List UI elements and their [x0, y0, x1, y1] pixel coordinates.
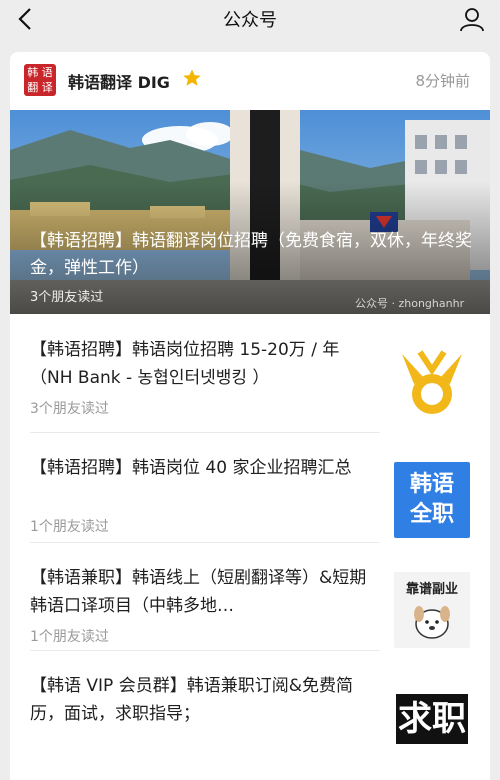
article-title[interactable]: 【韩语招聘】韩语岗位 40 家企业招聘汇总	[30, 454, 378, 482]
top-nav-bar: 公众号	[0, 0, 500, 40]
article-thumbnail	[394, 344, 470, 420]
post-time: 8分钟前	[415, 72, 470, 90]
dog-cartoon-icon	[414, 606, 450, 639]
read-count: 1个朋友读过	[30, 519, 109, 535]
nh-bank-logo-icon	[402, 350, 462, 414]
page-title: 公众号	[223, 10, 277, 31]
article-title[interactable]: 【韩语招聘】韩语岗位招聘 15-20万 / 年（NH Bank - 농협인터넷뱅…	[30, 336, 378, 392]
star-icon	[183, 69, 201, 86]
read-count: 1个朋友读过	[30, 629, 109, 645]
article-title[interactable]: 【韩语兼职】韩语线上（短剧翻译等）&短期韩语口译项目（中韩多地…	[30, 564, 378, 620]
list-item[interactable]: 【韩语兼职】韩语线上（短剧翻译等）&短期韩语口译项目（中韩多地… 1个朋友读过 …	[10, 542, 490, 650]
list-item[interactable]: 【韩语招聘】韩语岗位招聘 15-20万 / 年（NH Bank - 농협인터넷뱅…	[10, 314, 490, 422]
featured-read-count: 3个朋友读过	[30, 290, 104, 305]
article-thumbnail: 求职	[394, 680, 470, 756]
account-name[interactable]: 韩语翻译 DIG	[68, 69, 170, 93]
list-item[interactable]: 【韩语招聘】韩语岗位 40 家企业招聘汇总 1个朋友读过 韩语 全职	[10, 432, 490, 540]
account-feed-card: 韩 语 翻 译 韩语翻译 DIG 8分钟前 【韩语招聘】韩语翻译岗位招聘（免费食…	[10, 52, 490, 780]
featured-article[interactable]: 【韩语招聘】韩语翻译岗位招聘（免费食宿，双休，年终奖金，弹性工作） 3个朋友读过…	[10, 110, 490, 314]
article-title[interactable]: 【韩语 VIP 会员群】韩语兼职订阅&免费简历，面试，求职指导；	[30, 672, 378, 728]
article-thumbnail: 靠谱副业	[394, 572, 470, 648]
read-count: 3个朋友读过	[30, 401, 109, 417]
image-watermark: 公众号 · zhonghanhr	[355, 297, 465, 310]
list-item[interactable]: 【韩语 VIP 会员群】韩语兼职订阅&免费简历，面试，求职指导； 求职	[10, 650, 490, 758]
article-thumbnail: 韩语 全职	[394, 462, 470, 538]
account-logo: 韩 语 翻 译	[24, 64, 56, 96]
featured-article-title[interactable]: 【韩语招聘】韩语翻译岗位招聘（免费食宿，双休，年终奖金，弹性工作）	[30, 228, 475, 282]
user-profile-icon[interactable]	[458, 5, 486, 33]
account-header[interactable]: 韩 语 翻 译 韩语翻译 DIG 8分钟前	[10, 52, 490, 110]
